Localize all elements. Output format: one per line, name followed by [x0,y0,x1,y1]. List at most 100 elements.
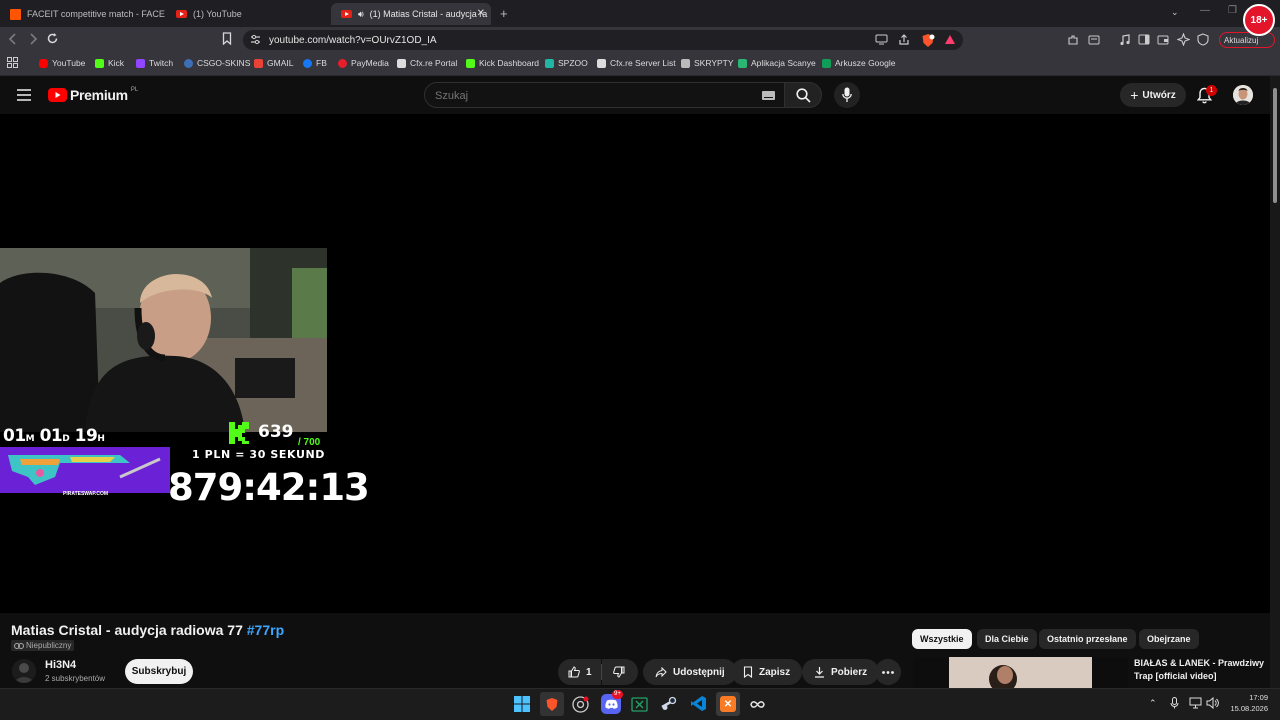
epic-app-icon[interactable] [749,696,769,716]
sidebar-toggle-icon[interactable] [1138,34,1154,50]
vpn-icon[interactable] [1197,33,1213,49]
notifications-button[interactable]: 1 [1197,85,1217,107]
reload-icon[interactable] [46,32,62,48]
chip-recently-uploaded[interactable]: Ostatnio przesłane [1039,629,1136,649]
share-button[interactable]: Udostępnij [643,659,737,685]
recommended-video-title[interactable]: BIAŁAS & LANEK - Prawdziwy Trap [officia… [1134,657,1270,683]
share-page-icon[interactable] [898,34,914,50]
subathon-countdown: 879:42:13 [168,466,370,509]
more-horizontal-icon [882,670,894,674]
brave-browser-icon[interactable] [540,692,564,716]
bookmark-fb[interactable]: FB [303,58,327,68]
chip-for-you[interactable]: Dla Ciebie [977,629,1037,649]
webcam-feed [0,248,327,432]
update-button[interactable]: Aktualizuj [1219,32,1275,48]
scanye-icon [738,58,747,68]
leo-ai-icon[interactable] [1177,33,1193,49]
wallet-icon[interactable] [1157,34,1173,50]
forward-icon[interactable] [27,32,43,48]
twitch-icon [136,58,145,68]
apps-grid-icon[interactable] [7,57,18,68]
xampp-glyph-icon: ✕ [720,696,736,712]
tab-youtube[interactable]: (1) YouTube [166,3,330,25]
chip-all[interactable]: Wszystkie [912,629,972,649]
brave-rewards-icon[interactable] [944,34,960,50]
bookmark-cfx-portal[interactable]: Cfx.re Portal [397,58,457,68]
gmail-icon [254,58,263,68]
new-tab-icon[interactable]: + [500,6,508,21]
back-icon[interactable] [7,32,23,48]
channel-avatar[interactable] [12,659,36,683]
link-icon [14,642,24,649]
tab-search-chevron-icon[interactable]: ⌄ [1171,7,1179,18]
steam-icon[interactable] [660,696,680,716]
site-info-icon[interactable] [250,34,262,46]
facebook-icon [303,58,312,68]
subathon-elapsed: 01M 01D 19H [3,426,105,446]
hashtag-link[interactable]: #77rp [247,622,284,638]
channel-name[interactable]: Hi3N4 [45,659,76,671]
more-actions-button[interactable] [875,659,901,685]
xampp-icon[interactable]: ✕ [716,692,740,716]
bookmark-page-icon[interactable] [222,32,238,48]
youtube-premium-logo[interactable]: Premium PL [48,87,138,103]
dislike-button[interactable] [602,659,638,685]
scrollbar-thumb[interactable] [1273,88,1277,203]
search-icon [796,88,811,103]
paymedia-icon [338,58,347,68]
excel-icon[interactable] [631,696,651,716]
share-arrow-icon [655,666,667,678]
csgo-skins-icon [184,58,193,68]
bookmark-csgo-skins[interactable]: CSGO-SKINS [184,58,250,68]
bookmark-skrypty[interactable]: SKRYPTY [681,58,734,68]
bookmark-cfx-server-list[interactable]: Cfx.re Server List [597,58,676,68]
system-clock[interactable]: 17:09 15.08.2026 [1228,692,1268,714]
bookmark-paymedia[interactable]: PayMedia [338,58,389,68]
account-avatar[interactable] [1233,85,1253,105]
menu-icon[interactable] [17,89,31,101]
bookmark-kick[interactable]: Kick [95,58,124,68]
tab-current-video[interactable]: 🔊︎ (1) Matias Cristal - audycja ra ✕ [331,3,491,25]
bookmark-twitch[interactable]: Twitch [136,58,173,68]
bookmark-kick-dashboard[interactable]: Kick Dashboard [466,58,539,68]
thumbs-up-icon [568,666,580,678]
close-tab-icon[interactable]: ✕ [477,8,485,19]
minimize-icon[interactable]: — [1200,5,1210,16]
keyboard-icon[interactable] [762,91,775,100]
chip-watched[interactable]: Obejrzane [1139,629,1199,649]
cast-icon[interactable] [875,34,891,50]
discord-icon[interactable]: 9+ [601,690,623,714]
create-button[interactable]: + Utwórz [1120,83,1186,107]
subscribe-button[interactable]: Subskrybuj [125,659,193,684]
cfx-icon [397,58,406,68]
tray-chevron-up-icon[interactable]: ⌃ [1149,698,1157,709]
windows-start-icon[interactable] [514,696,534,716]
brave-shields-icon[interactable] [921,33,937,49]
tray-network-icon[interactable] [1189,697,1202,709]
voice-search-button[interactable] [834,82,860,108]
search-box[interactable] [424,82,786,108]
bookmark-gmail[interactable]: GMAIL [254,58,293,68]
media-control-icon[interactable] [1119,34,1135,50]
tray-microphone-icon[interactable] [1170,697,1179,709]
kick-icon [95,58,104,68]
search-input[interactable] [435,88,755,103]
extension-box-icon[interactable] [1088,34,1104,50]
download-icon [814,666,825,678]
tray-volume-icon[interactable] [1206,697,1219,709]
chrome-app-icon[interactable] [572,696,592,716]
download-button[interactable]: Pobierz [802,659,880,685]
save-button[interactable]: Zapisz [731,659,803,685]
vscode-icon[interactable] [690,695,710,715]
like-button[interactable]: 1 [558,659,601,685]
bookmark-spzoo[interactable]: SPZOO [545,58,588,68]
recommended-video-thumbnail[interactable] [913,657,1128,688]
extensions-icon[interactable] [1067,34,1083,50]
search-button[interactable] [784,82,822,108]
bookmark-aplikacja-scanye[interactable]: Aplikacja Scanye [738,58,816,68]
bookmark-youtube[interactable]: YouTube [39,58,85,68]
bookmark-arkusze-google[interactable]: Arkusze Google [822,58,895,68]
maximize-icon[interactable]: ❐ [1228,5,1237,16]
url-text[interactable]: youtube.com/watch?v=OUrvZ1OD_IA [269,35,437,46]
tab-faceit[interactable]: FACEIT competitive match - FACEIT.c [0,3,165,25]
